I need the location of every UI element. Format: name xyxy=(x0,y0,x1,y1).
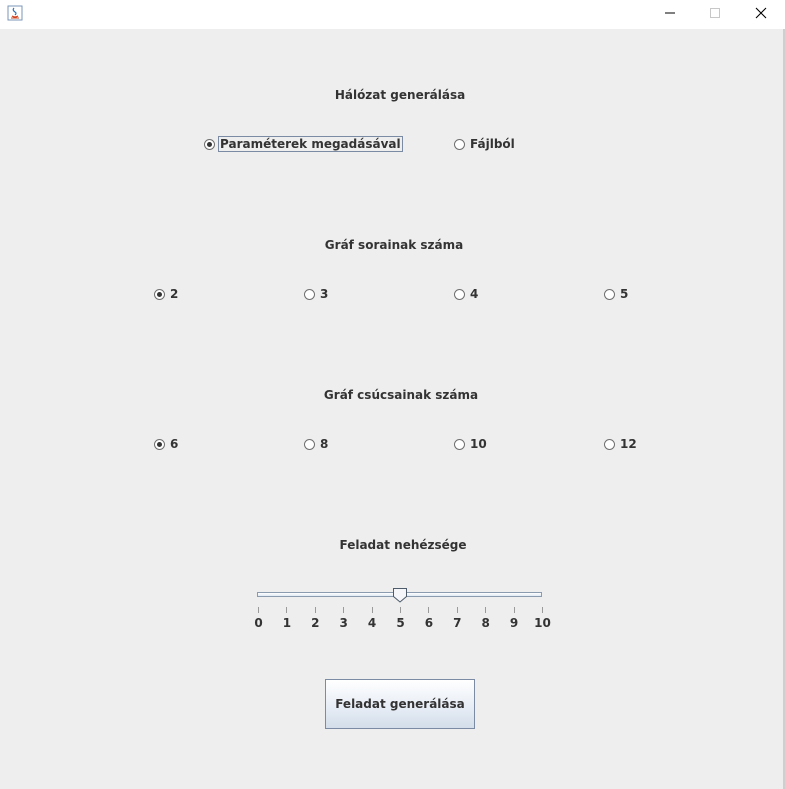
slider-tick-label: 1 xyxy=(282,616,292,630)
slider-tick xyxy=(314,607,316,613)
slider-tick-label: 9 xyxy=(509,616,519,630)
slider-tick-label: 8 xyxy=(481,616,490,630)
slider-tick xyxy=(428,607,430,613)
maximize-button[interactable] xyxy=(692,0,738,29)
close-button[interactable] xyxy=(738,0,784,29)
minimize-icon xyxy=(664,7,676,22)
slider-tick xyxy=(371,607,373,613)
maximize-icon xyxy=(709,7,721,22)
rows-section-title: Gráf sorainak száma xyxy=(324,238,464,252)
radio-vertices-6[interactable]: 6 xyxy=(154,436,178,452)
radio-button-icon xyxy=(304,288,315,300)
radio-rows-5[interactable]: 5 xyxy=(604,286,628,302)
radio-network-parameters[interactable]: Paraméterek megadásával xyxy=(204,136,403,152)
slider-tick xyxy=(485,607,487,613)
radio-button-icon xyxy=(454,138,465,150)
slider-tick-label: 3 xyxy=(339,616,348,630)
generate-task-button[interactable]: Feladat generálása xyxy=(325,679,475,729)
radio-label: 8 xyxy=(320,437,329,451)
radio-label: 2 xyxy=(170,287,179,301)
radio-button-icon xyxy=(604,288,615,300)
slider-tick xyxy=(343,607,345,613)
radio-label: 3 xyxy=(320,287,329,301)
radio-label: 4 xyxy=(470,287,479,301)
slider-tick-label: 2 xyxy=(311,616,320,630)
slider-tick-label: 4 xyxy=(367,616,377,630)
radio-button-icon xyxy=(454,288,465,300)
radio-label: 5 xyxy=(620,287,629,301)
title-bar xyxy=(0,0,785,29)
radio-rows-2[interactable]: 2 xyxy=(154,286,178,302)
slider-tick xyxy=(286,607,288,613)
slider-tick xyxy=(456,607,458,613)
network-section-title: Hálózat generálása xyxy=(334,88,466,102)
slider-tick-label: 10 xyxy=(534,616,551,630)
slider-tick xyxy=(542,607,543,613)
close-icon xyxy=(755,7,767,22)
radio-label: 10 xyxy=(470,437,487,451)
java-icon xyxy=(7,5,23,21)
slider-tick xyxy=(258,607,259,613)
radio-button-icon xyxy=(154,288,165,300)
slider-tick xyxy=(513,607,515,613)
radio-vertices-8[interactable]: 8 xyxy=(304,436,328,452)
radio-button-icon xyxy=(604,438,615,450)
radio-button-icon xyxy=(304,438,315,450)
vertices-section-title: Gráf csúcsainak száma xyxy=(323,388,479,402)
radio-vertices-10[interactable]: 10 xyxy=(454,436,487,452)
slider-tick xyxy=(400,607,401,613)
difficulty-slider-thumb[interactable] xyxy=(392,587,408,603)
radio-label: Fájlból xyxy=(470,137,515,151)
radio-rows-4[interactable]: 4 xyxy=(454,286,478,302)
radio-label: Paraméterek megadásával xyxy=(218,136,403,152)
radio-network-file[interactable]: Fájlból xyxy=(454,136,515,152)
slider-tick-label: 5 xyxy=(396,616,405,630)
radio-button-icon xyxy=(154,438,165,450)
radio-button-icon xyxy=(454,438,465,450)
radio-vertices-12[interactable]: 12 xyxy=(604,436,637,452)
radio-rows-3[interactable]: 3 xyxy=(304,286,328,302)
slider-tick-label: 7 xyxy=(453,616,462,630)
radio-label: 12 xyxy=(620,437,637,451)
slider-tick-label: 6 xyxy=(424,616,434,630)
slider-tick-label: 0 xyxy=(254,616,263,630)
difficulty-section-title: Feladat nehézsége xyxy=(339,538,467,552)
radio-button-icon xyxy=(204,138,215,150)
minimize-button[interactable] xyxy=(647,0,693,29)
radio-label: 6 xyxy=(170,437,179,451)
